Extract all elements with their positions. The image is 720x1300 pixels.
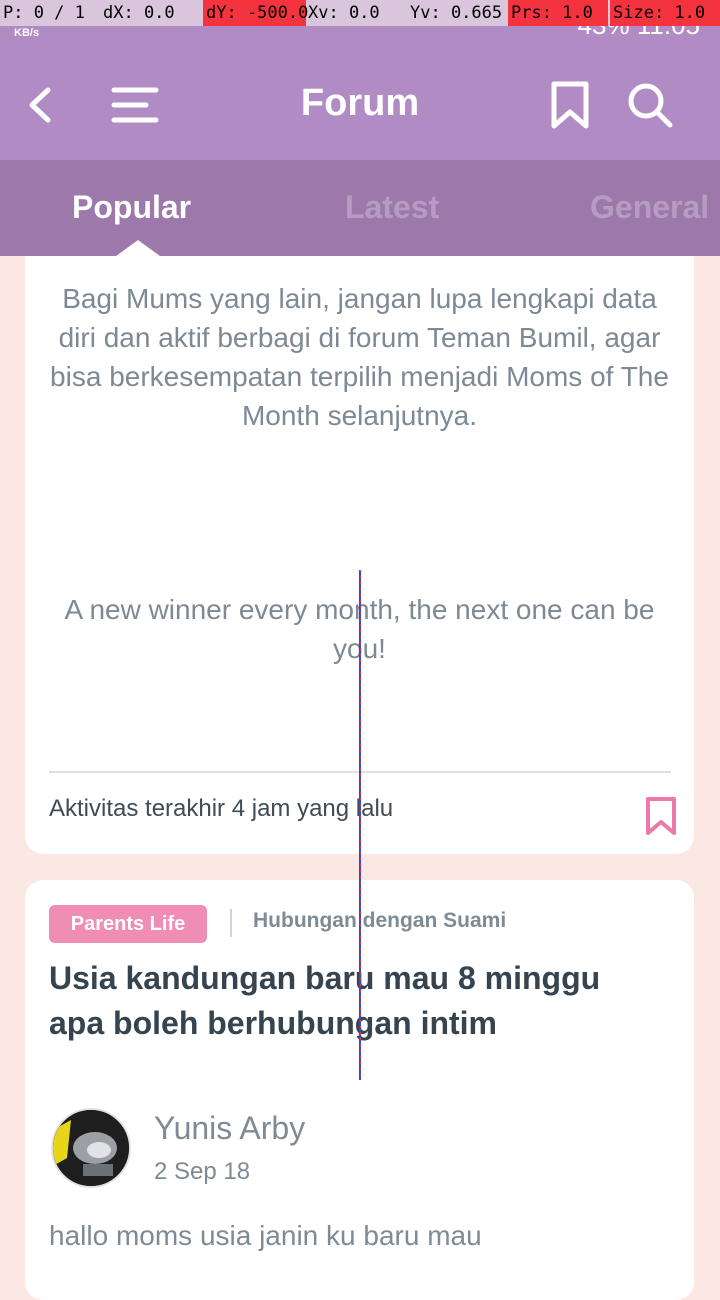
tab-general[interactable]: General xyxy=(590,189,709,226)
debug-yv: Yv: 0.665 xyxy=(410,3,503,23)
debug-size: Size: 1.0 xyxy=(610,0,720,26)
category-tag[interactable]: Parents Life xyxy=(49,905,207,943)
bookmark-icon xyxy=(551,81,589,129)
post-body-paragraph: Bagi Mums yang lain, jangan lupa lengkap… xyxy=(50,283,669,431)
search-button[interactable] xyxy=(625,80,675,130)
avatar[interactable] xyxy=(51,1108,131,1188)
post-excerpt: hallo moms usia janin ku baru mau xyxy=(49,1220,482,1251)
last-activity-text: Aktivitas terakhir 4 jam yang lalu xyxy=(49,795,394,822)
tab-latest[interactable]: Latest xyxy=(345,189,439,226)
pointer-location-overlay: P: 0 / 1 dX: 0.0 dY: -500.0 Xv: 0.0 Yv: … xyxy=(0,0,720,26)
network-speed-unit: KB/s xyxy=(14,27,40,39)
post-date: 2 Sep 18 xyxy=(154,1158,251,1185)
app-bar: Forum xyxy=(0,40,720,160)
debug-prs: Prs: 1.0 xyxy=(508,0,608,26)
touch-trace-line xyxy=(359,570,361,1080)
bookmarks-button[interactable] xyxy=(545,80,595,130)
debug-dx: dX: 0.0 xyxy=(103,3,175,23)
divider xyxy=(230,909,232,937)
author-name[interactable]: Yunis Arby xyxy=(154,1110,305,1147)
tab-popular[interactable]: Popular xyxy=(72,189,191,226)
subcategory-label[interactable]: Hubungan dengan Suami xyxy=(253,909,506,933)
bookmark-post-button[interactable] xyxy=(643,796,679,836)
avatar-image xyxy=(53,1110,129,1186)
debug-pointer: P: 0 / 1 xyxy=(3,3,85,23)
active-tab-indicator xyxy=(116,240,160,256)
tab-bar: Popular Latest General xyxy=(0,160,720,256)
search-icon xyxy=(628,83,673,128)
post-title[interactable]: Usia kandungan baru mau 8 minggu apa bol… xyxy=(49,956,659,1046)
debug-dy: dY: -500.0 xyxy=(203,0,308,26)
page-title: Forum xyxy=(300,82,420,124)
debug-xv: Xv: 0.0 xyxy=(308,3,380,23)
bookmark-icon xyxy=(646,797,676,835)
